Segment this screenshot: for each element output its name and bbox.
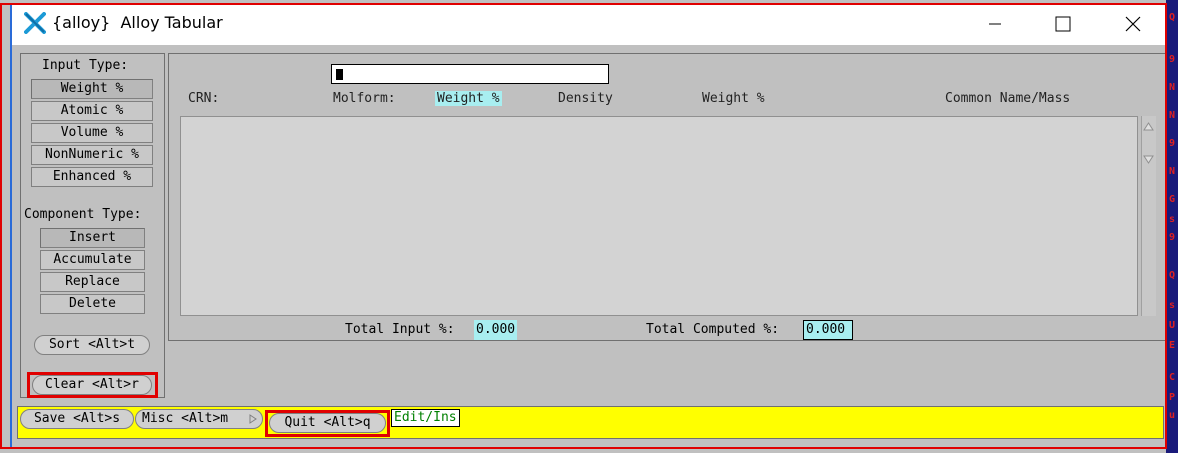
component-type-delete-button[interactable]: Delete (40, 294, 145, 314)
component-type-accumulate-button[interactable]: Accumulate (40, 250, 145, 270)
alloy-tabular-window: {alloy} Alloy Tabular Input Type: Weight… (10, 3, 1166, 449)
left-control-panel: Input Type: Weight % Atomic % Volume % N… (20, 53, 165, 398)
weight-percent-active-header[interactable]: Weight % (435, 91, 502, 106)
molform-header: Molform: (333, 91, 396, 106)
component-type-insert-button[interactable]: Insert (40, 228, 145, 248)
input-type-enhanced-button[interactable]: Enhanced % (31, 167, 153, 187)
component-type-label: Component Type: (24, 207, 142, 222)
misc-button[interactable]: Misc <Alt>m (135, 409, 263, 429)
component-table[interactable] (180, 116, 1138, 316)
maximize-icon (1055, 16, 1071, 32)
total-input-label: Total Input %: (345, 322, 455, 337)
sort-button[interactable]: Sort <Alt>t (34, 335, 150, 355)
edit-mode-indicator: Edit/Ins (391, 409, 460, 427)
weight-percent-header: Weight % (702, 91, 765, 106)
minimize-button[interactable] (972, 3, 1018, 45)
maximize-button[interactable] (1040, 3, 1086, 45)
quit-button[interactable]: Quit <Alt>q (269, 413, 386, 433)
minimize-icon (989, 23, 1001, 25)
crn-header: CRN: (188, 91, 220, 106)
bottom-action-bar: Save <Alt>s Misc <Alt>m Quit <Alt>q Edit… (17, 406, 1164, 439)
clear-button[interactable]: Clear <Alt>r (32, 375, 152, 395)
total-input-value: 0.000 (474, 320, 518, 340)
submenu-arrow-icon (249, 414, 257, 424)
window-bottom-edge (12, 441, 1166, 449)
x-app-icon (24, 12, 46, 34)
scroll-down-icon (1143, 155, 1154, 164)
vertical-scrollbar[interactable] (1141, 116, 1156, 316)
scroll-up-icon (1143, 122, 1154, 131)
input-type-atomic-button[interactable]: Atomic % (31, 101, 153, 121)
total-computed-value: 0.000 (803, 320, 853, 340)
total-computed-label: Total Computed %: (646, 322, 780, 337)
common-name-mass-header: Common Name/Mass (945, 91, 1071, 106)
input-type-volume-button[interactable]: Volume % (31, 123, 153, 143)
title-bar: {alloy} Alloy Tabular (12, 3, 1166, 45)
window-title-text: Alloy Tabular (120, 13, 223, 32)
background-window-strip: Q9N N9N Gs9 QsU ECP u (1166, 0, 1178, 453)
close-icon (1125, 16, 1141, 32)
input-type-nonnumeric-button[interactable]: NonNumeric % (31, 145, 153, 165)
component-type-replace-button[interactable]: Replace (40, 272, 145, 292)
component-entry-field[interactable] (331, 64, 609, 84)
input-type-label: Input Type: (42, 58, 129, 73)
text-cursor (336, 69, 343, 80)
save-button[interactable]: Save <Alt>s (20, 409, 134, 429)
window-title: {alloy} Alloy Tabular (52, 13, 223, 32)
density-header: Density (558, 91, 613, 106)
main-data-panel: CRN: Molform: Weight % Density Weight % … (168, 53, 1166, 341)
app-tag: {alloy} (52, 13, 111, 32)
input-type-weight-button[interactable]: Weight % (31, 79, 153, 99)
misc-button-label: Misc <Alt>m (142, 411, 229, 426)
close-button[interactable] (1110, 3, 1156, 45)
